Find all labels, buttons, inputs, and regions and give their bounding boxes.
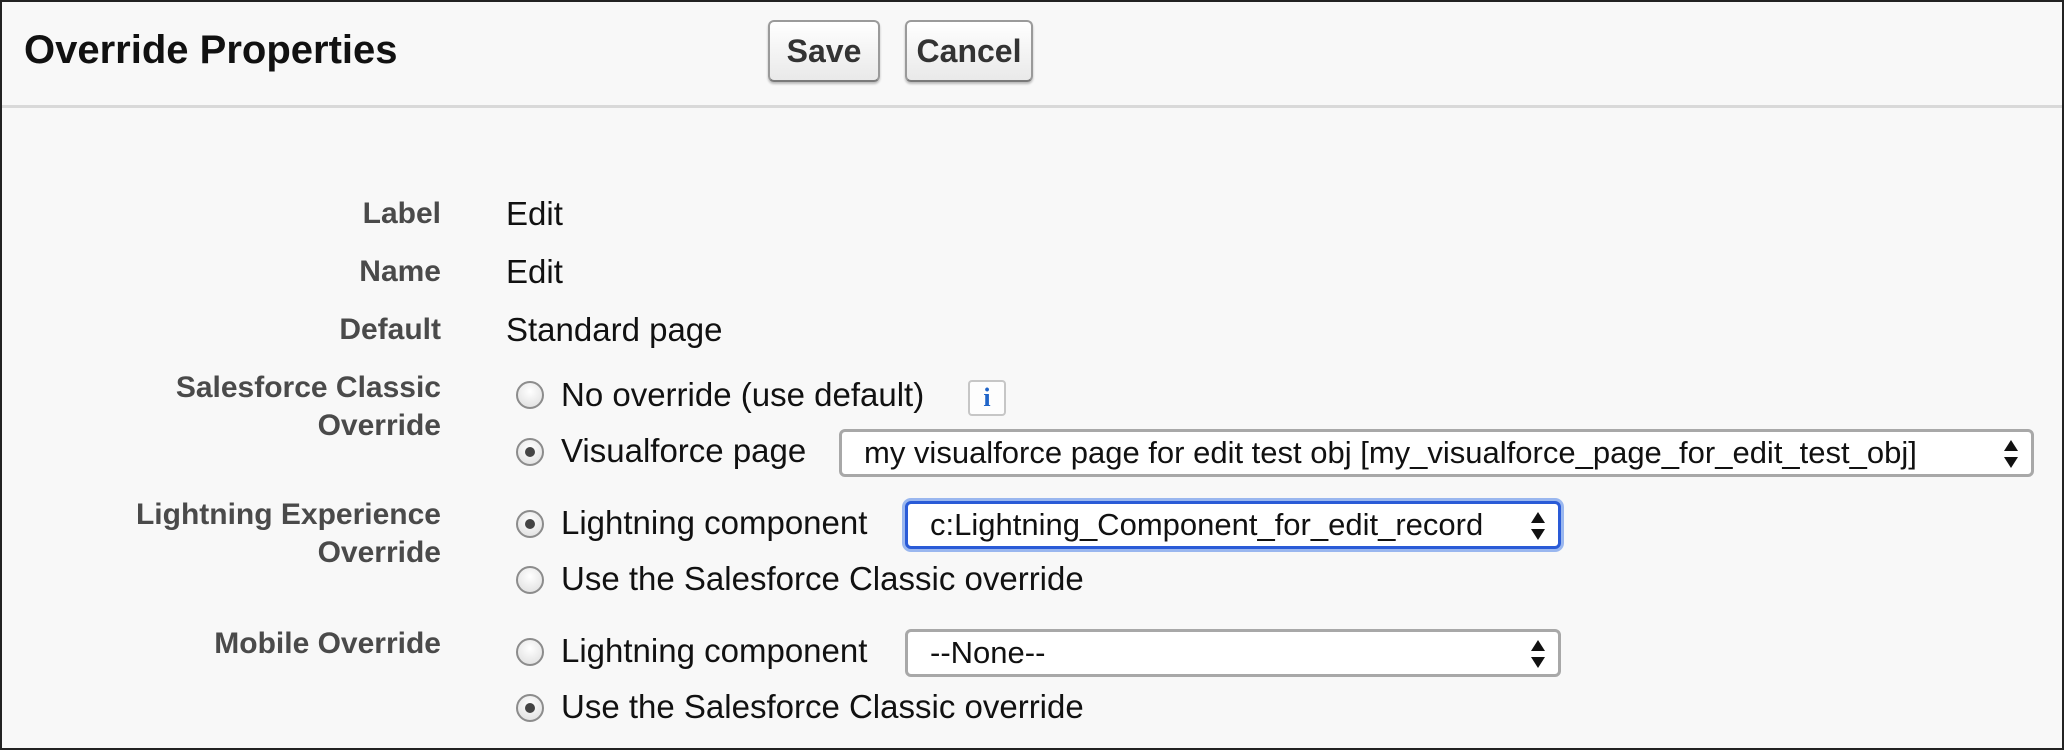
page-header: Override Properties Save Cancel <box>2 2 2062 108</box>
select-arrows-icon <box>1531 640 1545 668</box>
visualforce-page-select[interactable]: my visualforce page for edit test obj [m… <box>839 429 2034 477</box>
lightning-override-label: Lightning Experience Override <box>136 496 441 572</box>
lightning-use-classic-radio[interactable] <box>516 566 544 594</box>
override-properties-panel: Override Properties Save Cancel Label Ed… <box>0 0 2064 750</box>
classic-visualforce-radio[interactable] <box>516 438 544 466</box>
label-field-value: Edit <box>506 195 563 232</box>
mobile-override-label: Mobile Override <box>214 627 441 660</box>
mobile-lightning-component-label: Lightning component <box>561 632 868 669</box>
name-field-value: Edit <box>506 253 563 290</box>
name-field-label: Name <box>359 255 441 288</box>
classic-visualforce-label: Visualforce page <box>561 432 807 469</box>
default-field-label: Default <box>339 313 441 346</box>
classic-no-override-radio[interactable] <box>516 381 544 409</box>
lightning-component-radio[interactable] <box>516 510 544 538</box>
select-arrows-icon <box>1531 512 1545 540</box>
cancel-button[interactable]: Cancel <box>905 20 1033 82</box>
page-title: Override Properties <box>24 28 398 72</box>
classic-override-label-line1: Salesforce Classic <box>175 371 441 404</box>
mobile-lightning-component-radio[interactable] <box>516 638 544 666</box>
select-arrows-icon <box>2004 440 2018 468</box>
mobile-component-select-value: --None-- <box>930 635 1046 670</box>
mobile-use-classic-label: Use the Salesforce Classic override <box>561 688 1084 725</box>
save-button[interactable]: Save <box>768 20 880 82</box>
classic-override-label: Salesforce Classic Override <box>176 369 441 445</box>
mobile-use-classic-radio[interactable] <box>516 694 544 722</box>
lightning-component-select[interactable]: c:Lightning_Component_for_edit_record <box>905 501 1561 549</box>
visualforce-page-select-value: my visualforce page for edit test obj [m… <box>864 435 1917 470</box>
info-icon[interactable]: i <box>968 380 1006 416</box>
lightning-override-label-line1: Lightning Experience <box>135 498 441 531</box>
default-field-value: Standard page <box>506 311 723 348</box>
lightning-component-select-value: c:Lightning_Component_for_edit_record <box>930 507 1484 542</box>
classic-no-override-label: No override (use default) <box>561 376 925 413</box>
classic-override-label-line2: Override <box>317 409 441 442</box>
lightning-override-label-line2: Override <box>317 536 441 569</box>
mobile-component-select[interactable]: --None-- <box>905 629 1561 677</box>
lightning-component-label: Lightning component <box>561 504 868 541</box>
lightning-use-classic-label: Use the Salesforce Classic override <box>561 560 1084 597</box>
label-field-label: Label <box>362 197 441 230</box>
